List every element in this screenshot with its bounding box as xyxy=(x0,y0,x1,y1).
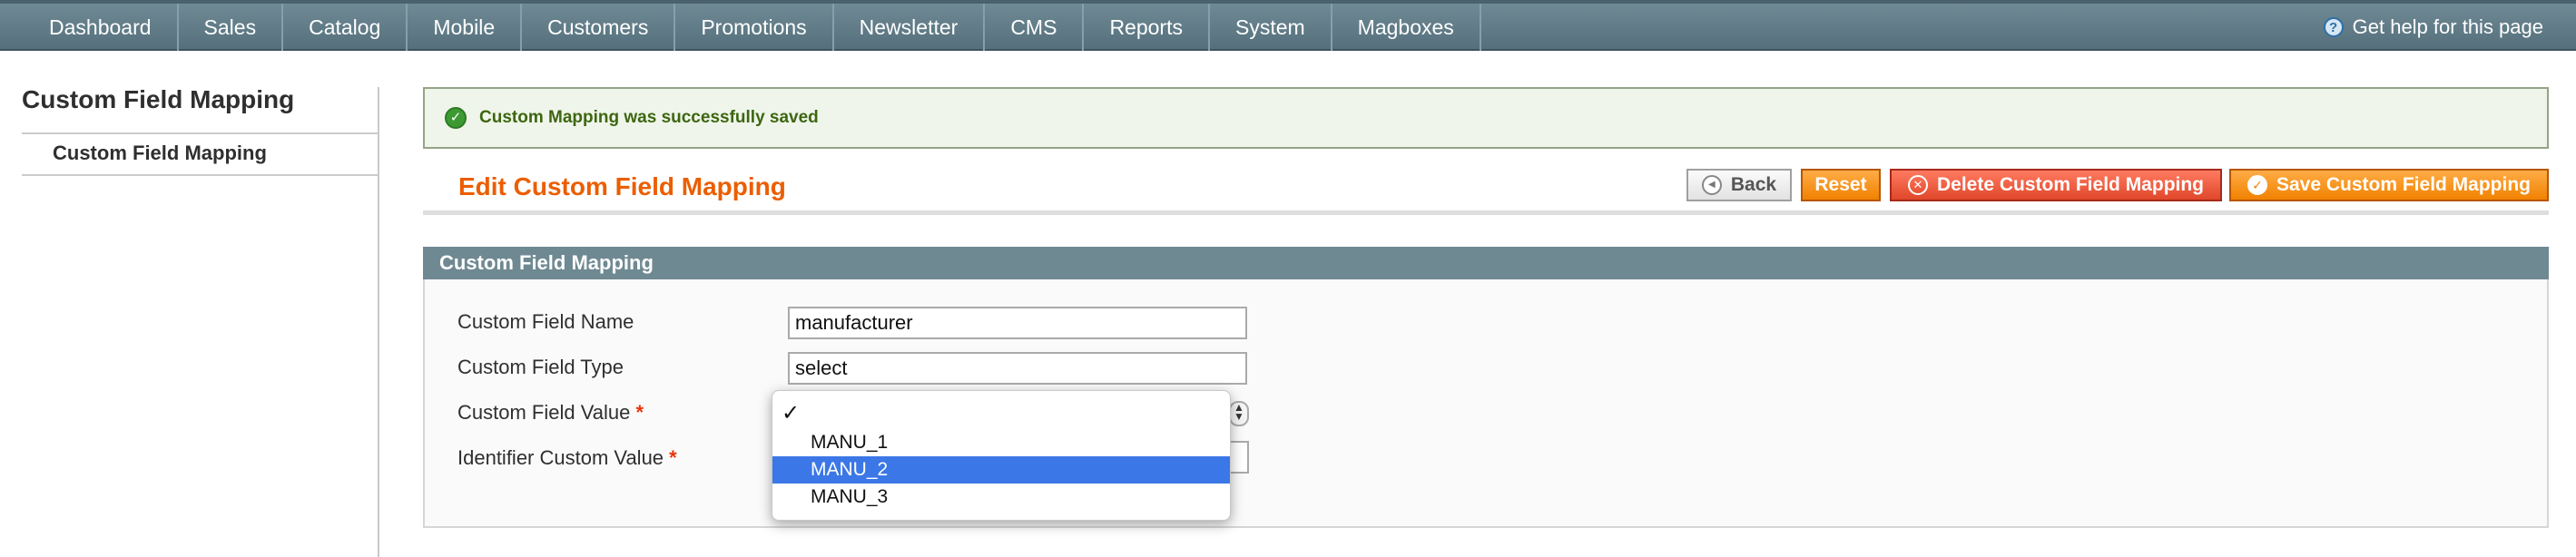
dropdown-option-manu-1[interactable]: MANU_1 xyxy=(772,429,1230,456)
success-message: ✓ Custom Mapping was successfully saved xyxy=(423,87,2549,149)
page-title: Edit Custom Field Mapping xyxy=(458,172,786,200)
back-button[interactable]: ◀ Back xyxy=(1686,169,1792,201)
identifier-custom-value-label: Identifier Custom Value * xyxy=(457,446,677,470)
fieldset-body xyxy=(423,279,2549,528)
checkmark-icon: ✓ xyxy=(782,401,801,425)
success-message-text: Custom Mapping was successfully saved xyxy=(479,108,819,127)
delete-button-label: Delete Custom Field Mapping xyxy=(1936,174,2205,195)
custom-field-type-input[interactable] xyxy=(788,352,1247,385)
custom-field-type-label: Custom Field Type xyxy=(457,356,624,378)
dropdown-option-manu-3[interactable]: MANU_3 xyxy=(772,484,1230,511)
top-navigation-bar: Dashboard Sales Catalog Mobile Customers… xyxy=(0,0,2576,51)
custom-field-value-label-text: Custom Field Value xyxy=(457,401,631,424)
required-mark: * xyxy=(669,446,677,469)
help-icon: ? xyxy=(2323,17,2344,37)
dropdown-option-manu-2[interactable]: MANU_2 xyxy=(772,456,1230,484)
required-mark: * xyxy=(635,401,644,424)
custom-field-value-dropdown[interactable]: ✓ MANU_1 MANU_2 MANU_3 xyxy=(772,390,1231,521)
nav-item-system[interactable]: System xyxy=(1210,4,1332,51)
identifier-custom-value-input[interactable] xyxy=(1231,441,1249,474)
nav-item-sales[interactable]: Sales xyxy=(179,4,284,51)
delete-button[interactable]: ✕ Delete Custom Field Mapping xyxy=(1890,169,2222,201)
back-arrow-icon: ◀ xyxy=(1701,175,1722,195)
delete-x-icon: ✕ xyxy=(1907,175,1928,195)
back-button-label: Back xyxy=(1730,174,1777,195)
save-check-icon: ✓ xyxy=(2247,175,2267,195)
main-menu: Dashboard Sales Catalog Mobile Customers… xyxy=(24,4,1481,51)
nav-item-reports[interactable]: Reports xyxy=(1084,4,1210,51)
success-check-icon: ✓ xyxy=(445,107,467,129)
nav-item-catalog[interactable]: Catalog xyxy=(283,4,408,51)
help-label: Get help for this page xyxy=(2352,15,2543,38)
nav-item-promotions[interactable]: Promotions xyxy=(675,4,834,51)
header-divider xyxy=(423,210,2549,215)
sidebar-border xyxy=(378,87,379,557)
custom-field-name-label: Custom Field Name xyxy=(457,310,634,333)
custom-field-name-input[interactable] xyxy=(788,307,1247,339)
custom-field-value-label: Custom Field Value * xyxy=(457,401,644,425)
sidebar-divider xyxy=(22,132,379,134)
select-stepper-icon[interactable]: ▲ ▼ xyxy=(1229,401,1249,426)
nav-item-magboxes[interactable]: Magboxes xyxy=(1332,4,1481,51)
reset-button[interactable]: Reset xyxy=(1801,169,1881,201)
identifier-custom-value-label-text: Identifier Custom Value xyxy=(457,446,664,469)
fieldset-header: Custom Field Mapping xyxy=(423,247,2549,279)
nav-item-mobile[interactable]: Mobile xyxy=(408,4,523,51)
save-button[interactable]: ✓ Save Custom Field Mapping xyxy=(2229,169,2549,201)
nav-item-newsletter[interactable]: Newsletter xyxy=(834,4,986,51)
nav-item-cms[interactable]: CMS xyxy=(985,4,1085,51)
sidebar-divider xyxy=(22,174,379,176)
help-link[interactable]: ? Get help for this page xyxy=(2323,4,2543,51)
nav-item-customers[interactable]: Customers xyxy=(522,4,676,51)
sidebar-title: Custom Field Mapping xyxy=(22,85,295,113)
save-button-label: Save Custom Field Mapping xyxy=(2276,174,2532,195)
reset-button-label: Reset xyxy=(1814,174,1867,195)
nav-item-dashboard[interactable]: Dashboard xyxy=(24,4,179,51)
sidebar-item-custom-field-mapping[interactable]: Custom Field Mapping xyxy=(53,142,267,165)
